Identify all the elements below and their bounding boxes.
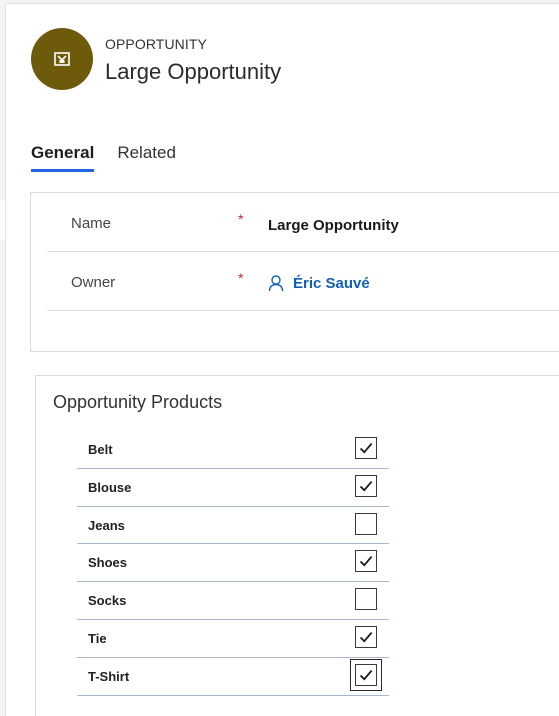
opportunity-products-section: Opportunity Products Belt Blouse Jeans S… (35, 375, 559, 716)
owner-label: Owner (71, 274, 116, 291)
owner-lookup-link[interactable]: Éric Sauvé (268, 274, 370, 292)
list-item: T-Shirt (77, 658, 389, 696)
list-item: Socks (77, 582, 389, 620)
checkmark-icon (359, 556, 373, 567)
list-item: Blouse (77, 469, 389, 507)
list-item: Shoes (77, 544, 389, 583)
product-checkbox[interactable] (355, 663, 377, 686)
product-name: Belt (88, 442, 113, 457)
list-item: Belt (77, 431, 389, 469)
product-name: Tie (88, 630, 107, 646)
product-checkbox[interactable] (355, 512, 377, 535)
general-section: Name * Large Opportunity Owner * Éric Sa… (30, 192, 559, 352)
person-icon (268, 275, 284, 292)
checkmark-icon (359, 632, 373, 643)
product-checkbox[interactable] (355, 550, 377, 573)
product-checkbox[interactable] (355, 588, 377, 611)
opportunity-icon (54, 52, 70, 66)
record-form: OPPORTUNITY Large Opportunity General Re… (5, 3, 559, 716)
record-header: OPPORTUNITY Large Opportunity (31, 28, 431, 92)
product-name: Blouse (88, 479, 132, 495)
product-list: Belt Blouse Jeans Shoes Socks Tie T-Shir… (77, 431, 389, 696)
checkmark-icon (359, 443, 373, 454)
product-checkbox[interactable] (355, 625, 377, 648)
section-title: Opportunity Products (53, 392, 223, 412)
product-name: Jeans (88, 517, 125, 533)
product-checkbox[interactable] (355, 474, 377, 497)
product-name: Socks (88, 593, 127, 609)
tab-bar: General Related (31, 140, 199, 172)
tab-related[interactable]: Related (117, 140, 176, 172)
owner-field-row: Owner * Éric Sauvé (47, 252, 559, 311)
tab-general[interactable]: General (31, 140, 95, 172)
list-item: Tie (77, 620, 389, 658)
required-indicator: * (238, 270, 244, 286)
product-name: T-Shirt (88, 668, 130, 684)
page-title: Large Opportunity (105, 59, 282, 84)
checkmark-icon (359, 480, 373, 492)
name-field-row: Name * Large Opportunity (47, 193, 559, 252)
required-indicator: * (238, 211, 244, 227)
entity-type-label: OPPORTUNITY (105, 36, 207, 52)
list-item: Jeans (77, 507, 389, 545)
name-label: Name (71, 215, 112, 232)
name-value[interactable]: Large Opportunity (268, 217, 399, 234)
checkmark-icon (359, 669, 373, 681)
owner-name[interactable]: Éric Sauvé (293, 275, 370, 292)
entity-avatar (31, 28, 93, 90)
product-name: Shoes (88, 555, 128, 571)
product-checkbox[interactable] (355, 437, 377, 459)
